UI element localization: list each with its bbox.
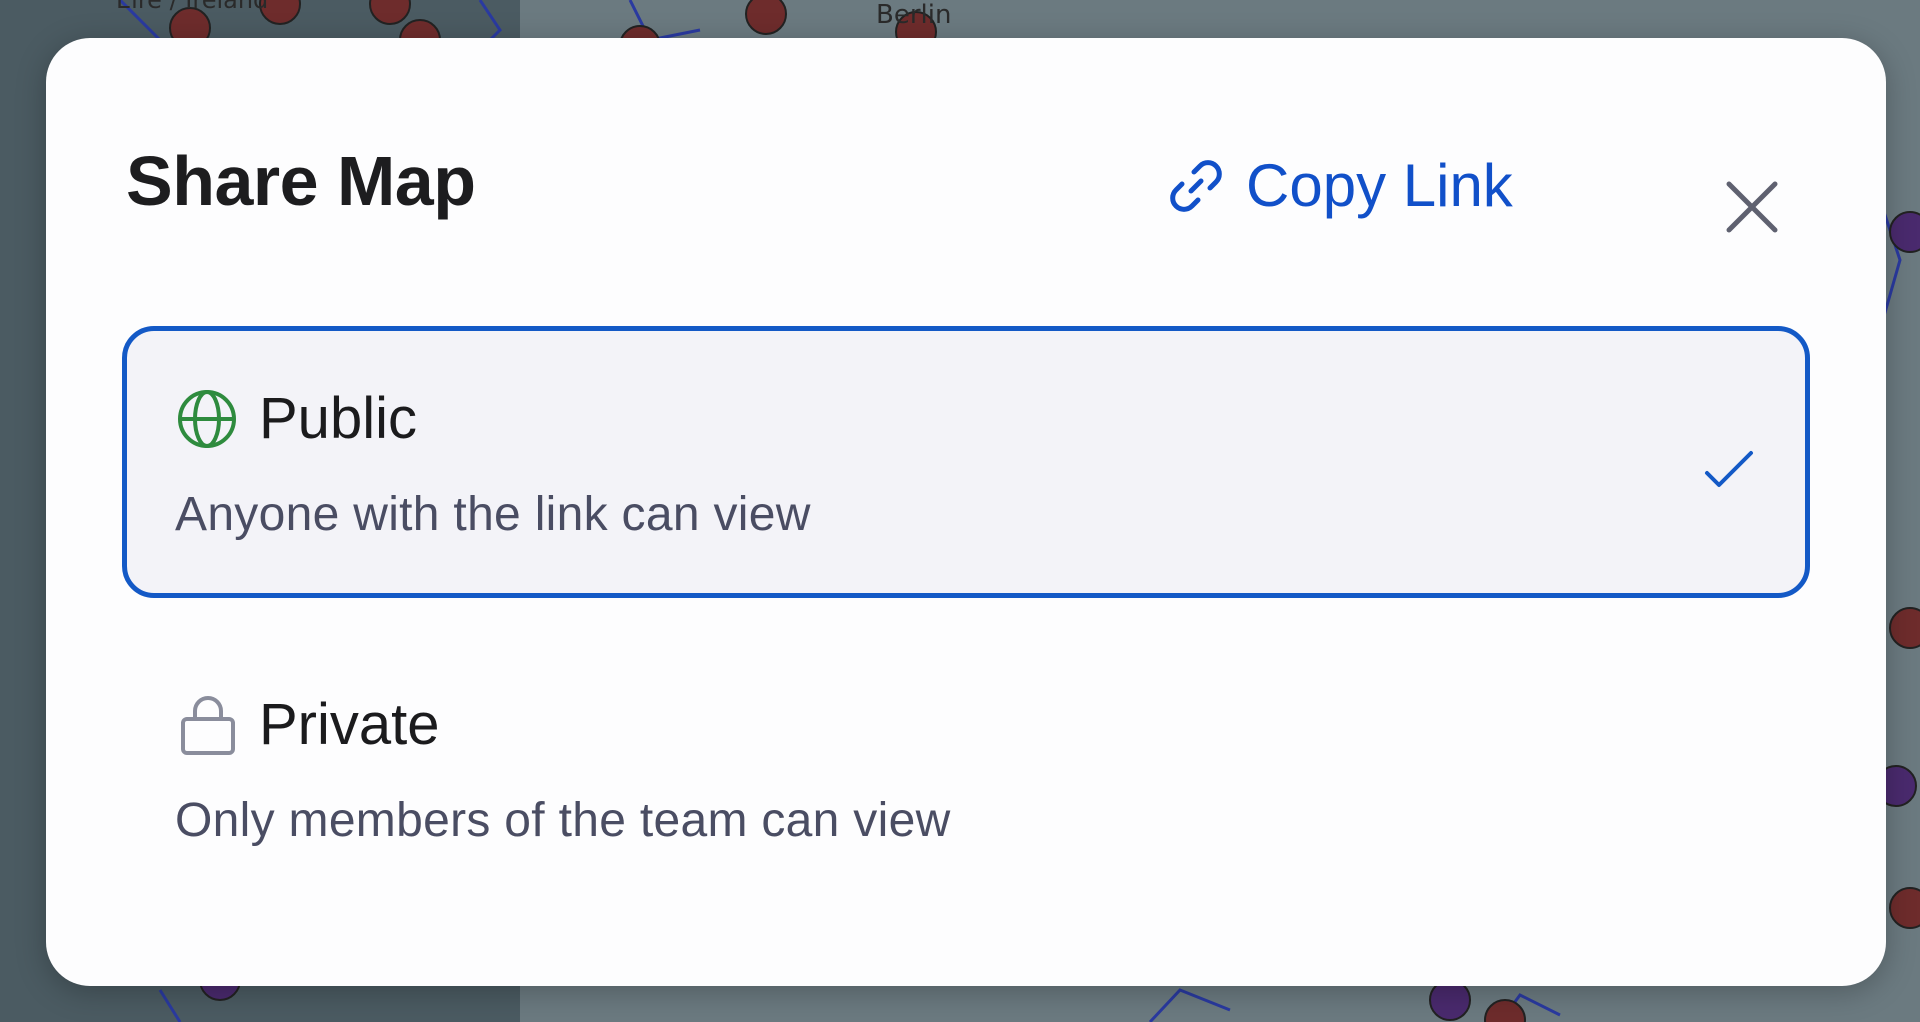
share-option-public[interactable]: Public Anyone with the link can view [122, 326, 1810, 598]
close-button[interactable] [1712, 168, 1792, 248]
option-description-private: Only members of the team can view [175, 794, 951, 847]
option-label-private: Private [259, 692, 440, 757]
lock-icon [175, 693, 239, 757]
copy-link-label: Copy Link [1246, 152, 1513, 219]
dialog-title: Share Map [126, 142, 476, 220]
share-map-dialog: Share Map Copy Link Public Anyone with t… [46, 38, 1886, 986]
copy-link-button[interactable]: Copy Link [1164, 146, 1513, 226]
option-label-public: Public [259, 386, 417, 451]
link-icon [1164, 154, 1228, 218]
checkmark-icon [1701, 443, 1757, 499]
option-description-public: Anyone with the link can view [175, 488, 811, 541]
option-header: Private [175, 693, 440, 757]
share-option-private[interactable]: Private Only members of the team can vie… [122, 632, 1810, 904]
globe-icon [175, 387, 239, 451]
close-icon [1725, 180, 1779, 237]
option-header: Public [175, 387, 417, 451]
